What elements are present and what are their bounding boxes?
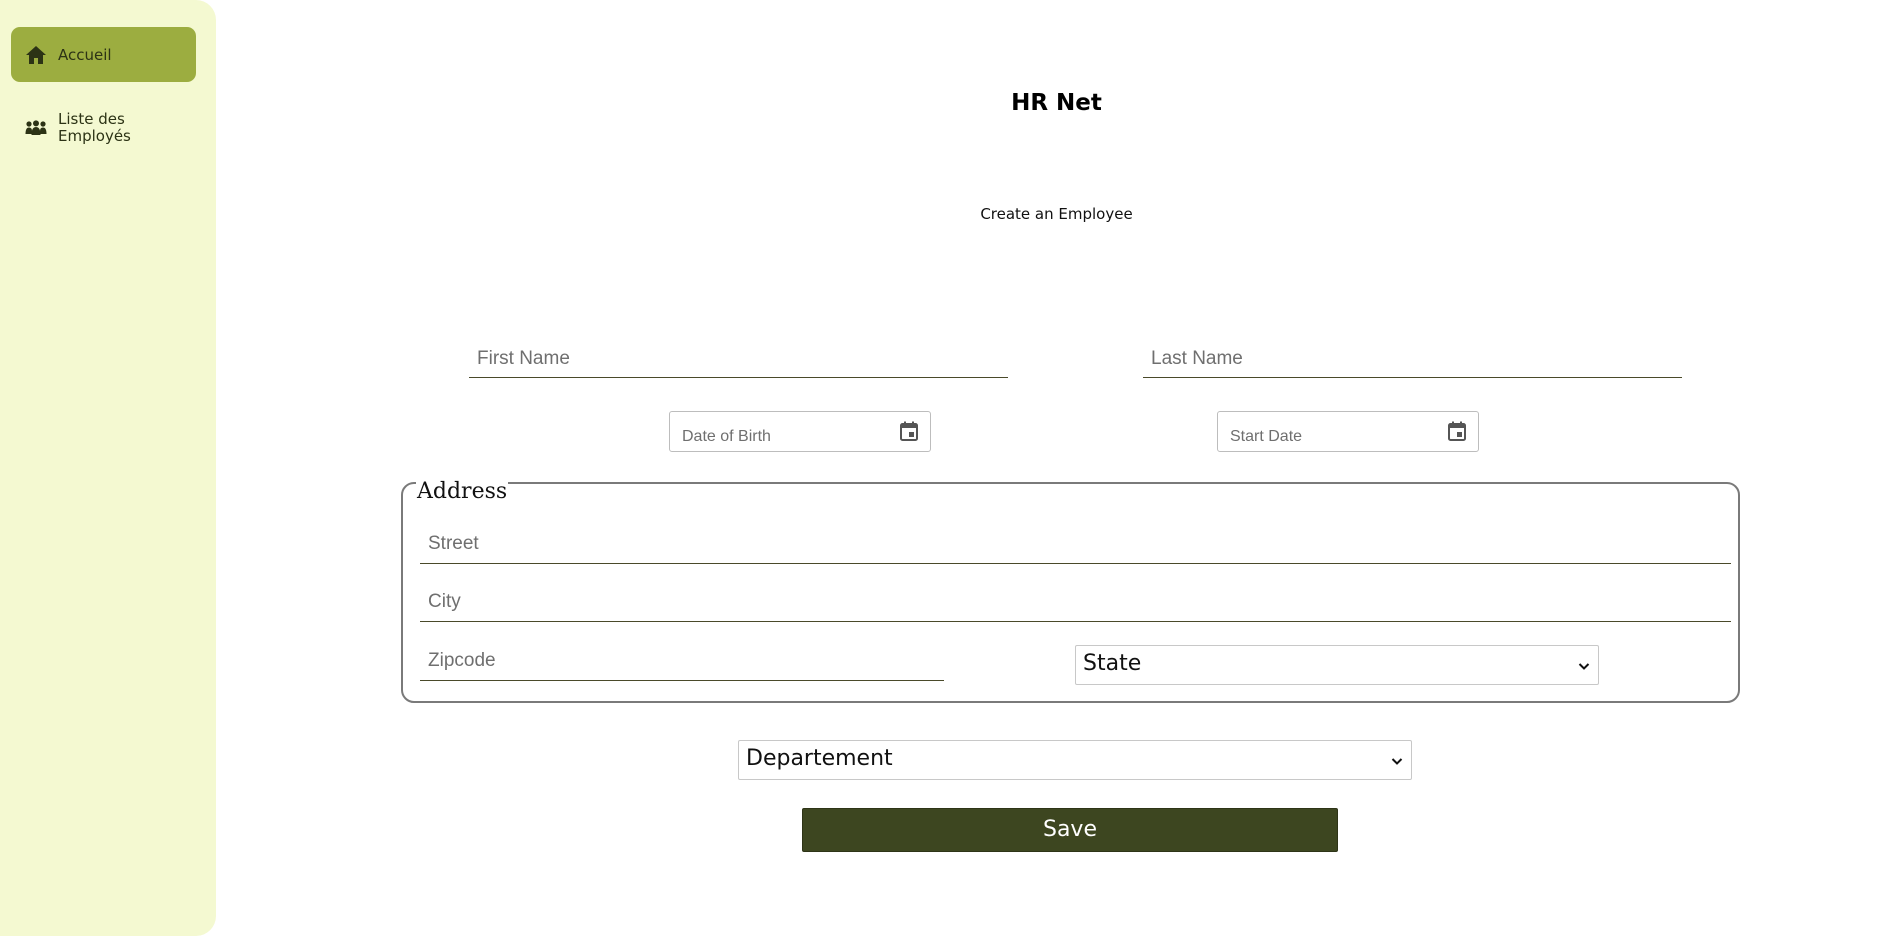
- first-name-input[interactable]: [469, 344, 1008, 378]
- calendar-icon[interactable]: [1447, 421, 1467, 442]
- address-legend: Address: [416, 477, 509, 507]
- date-of-birth-input[interactable]: [682, 428, 882, 446]
- page-subtitle: Create an Employee: [980, 205, 1133, 223]
- last-name-input[interactable]: [1143, 344, 1682, 378]
- department-select[interactable]: Departement: [738, 740, 1412, 780]
- save-button[interactable]: Save: [802, 808, 1338, 852]
- date-of-birth-field[interactable]: [669, 411, 931, 452]
- department-selected-value: Departement: [746, 746, 893, 771]
- app-root: Accueil Liste des Employés HR Net Create…: [0, 0, 1897, 938]
- sidebar-item-accueil[interactable]: Accueil: [11, 27, 196, 82]
- sidebar-item-label: Accueil: [58, 45, 112, 64]
- street-input[interactable]: [420, 528, 1731, 564]
- calendar-icon[interactable]: [899, 421, 919, 442]
- start-date-input[interactable]: [1230, 428, 1430, 446]
- state-select[interactable]: State: [1075, 645, 1599, 685]
- start-date-field[interactable]: [1217, 411, 1479, 452]
- city-input[interactable]: [420, 586, 1731, 622]
- people-icon: [25, 117, 47, 139]
- state-selected-value: State: [1083, 651, 1142, 676]
- zipcode-input[interactable]: [420, 645, 944, 681]
- chevron-down-icon: [1391, 758, 1403, 765]
- chevron-down-icon: [1578, 663, 1590, 670]
- sidebar: Accueil Liste des Employés: [0, 0, 216, 936]
- sidebar-item-label: Liste des Employés: [58, 110, 131, 145]
- page-title: HR Net: [1011, 90, 1102, 116]
- home-icon: [25, 44, 47, 66]
